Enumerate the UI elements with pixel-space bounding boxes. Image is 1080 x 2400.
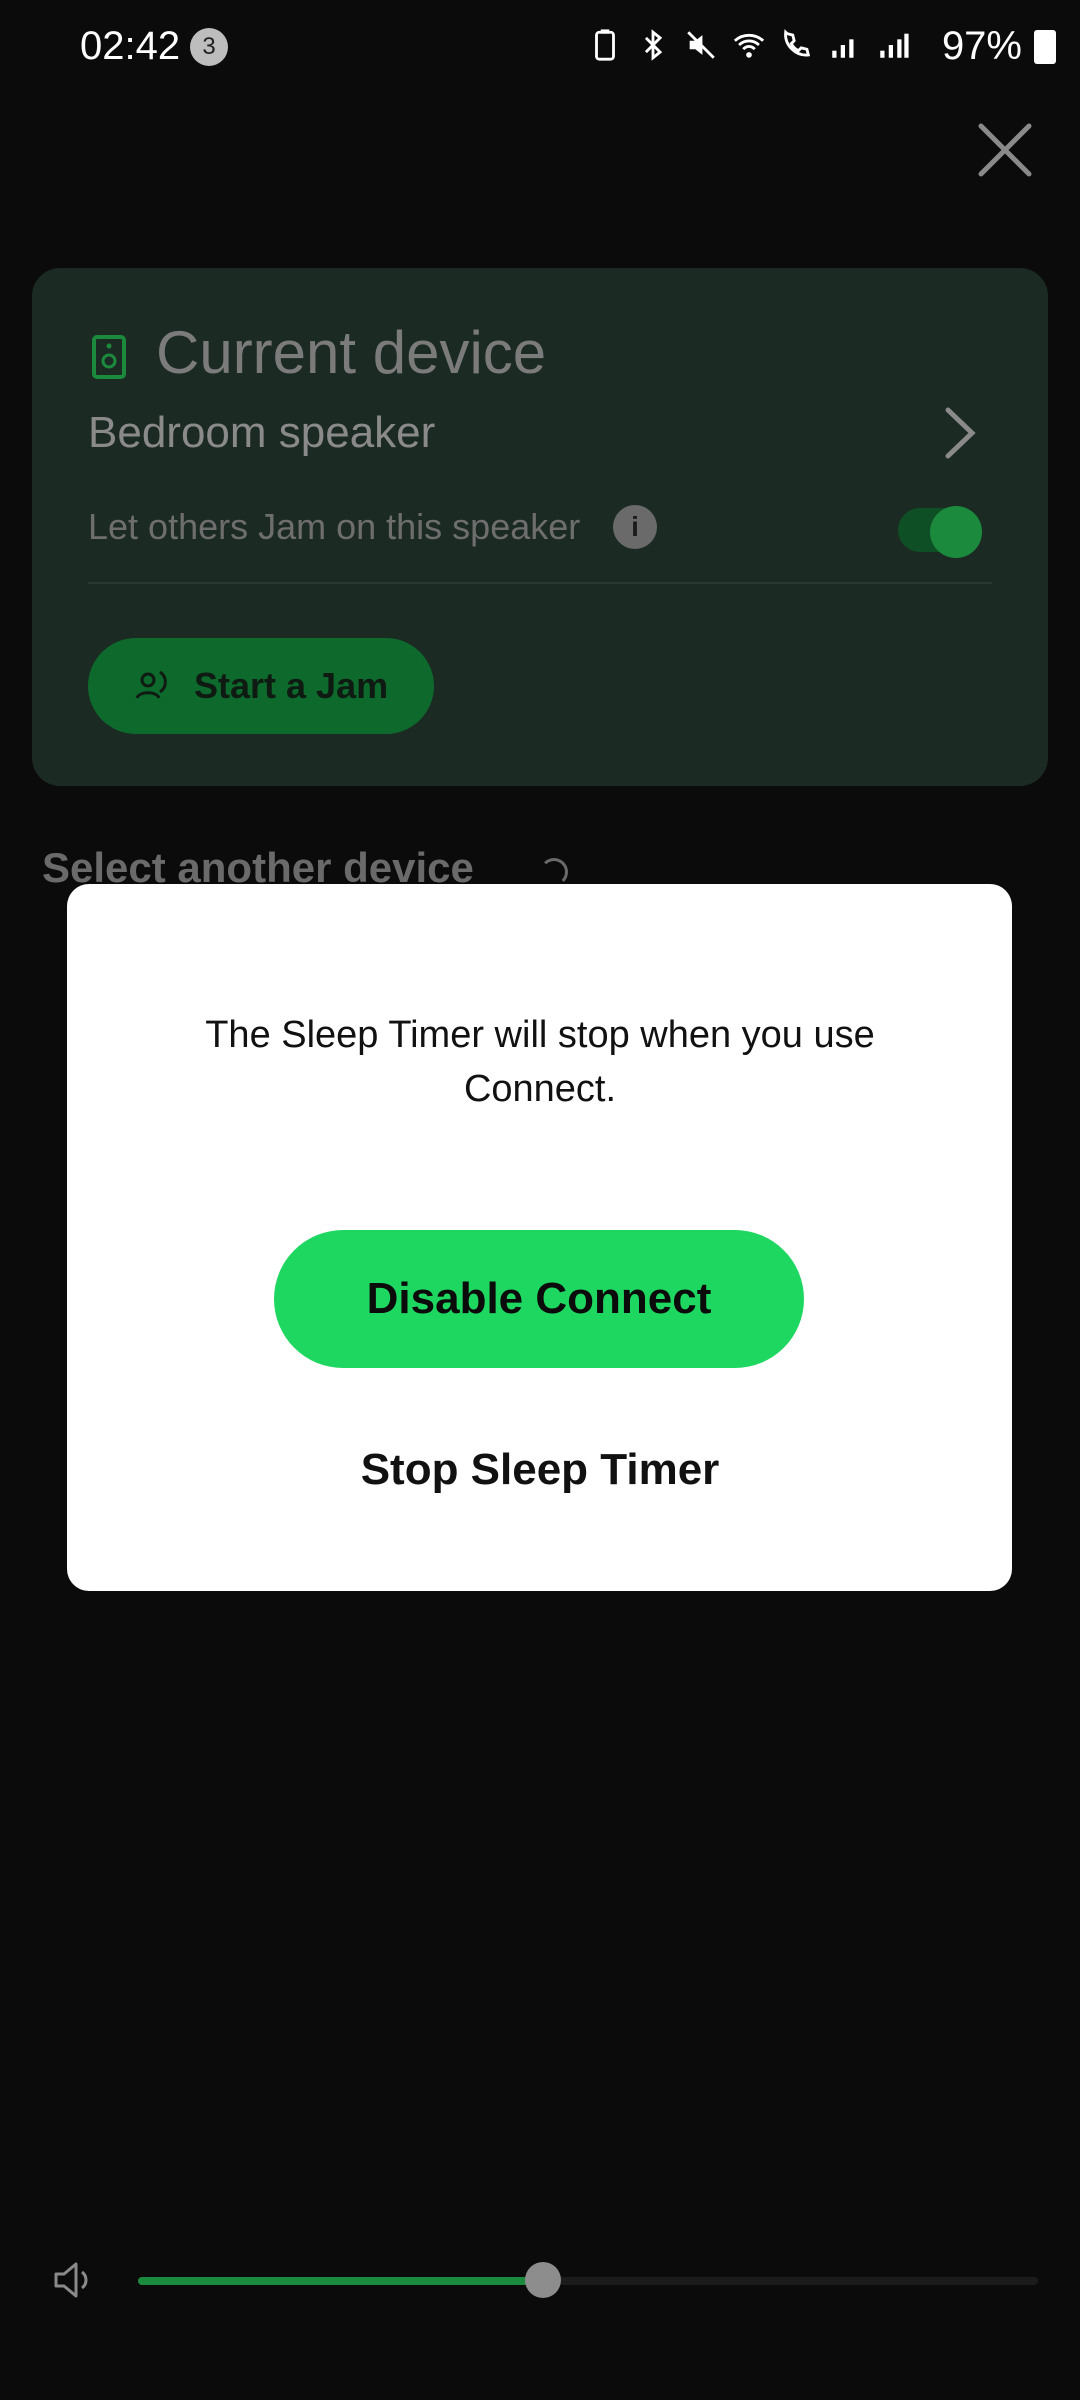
stop-sleep-timer-label: Stop Sleep Timer	[360, 1445, 720, 1494]
battery-icon	[1034, 30, 1056, 64]
start-jam-button[interactable]: Start a Jam	[88, 638, 434, 734]
mute-icon	[687, 31, 715, 59]
close-icon[interactable]	[975, 120, 1035, 180]
chevron-right-icon[interactable]	[940, 404, 980, 462]
signal-icon	[832, 39, 854, 58]
status-bar: 02:42 3 97%	[0, 0, 1080, 96]
signal-roaming-icon	[880, 33, 909, 58]
volume-icon[interactable]	[52, 2258, 96, 2302]
battery-saver-icon	[595, 29, 615, 61]
jam-toggle-label: Let others Jam on this speaker	[88, 506, 581, 547]
loading-spinner-icon	[540, 858, 568, 886]
status-icons	[588, 28, 910, 62]
status-time: 02:42	[80, 24, 181, 68]
jam-toggle-knob[interactable]	[930, 506, 982, 558]
bluetooth-icon	[644, 29, 663, 61]
notification-count-badge: 3	[190, 28, 228, 66]
wifi-call-icon	[784, 29, 811, 57]
disable-connect-button[interactable]: Disable Connect	[274, 1230, 804, 1368]
volume-slider-thumb[interactable]	[525, 2262, 561, 2298]
current-device-title: Current device	[156, 319, 547, 386]
volume-slider-track[interactable]	[138, 2277, 1038, 2285]
start-jam-label: Start a Jam	[194, 665, 389, 706]
volume-slider-fill	[138, 2277, 543, 2285]
jam-icon	[135, 670, 167, 699]
battery-percent: 97%	[941, 24, 1022, 68]
disable-connect-label: Disable Connect	[366, 1274, 712, 1323]
stop-sleep-timer-button[interactable]: Stop Sleep Timer	[300, 1430, 780, 1510]
current-device-name[interactable]: Bedroom speaker	[88, 408, 435, 458]
dialog-message: The Sleep Timer will stop when you use C…	[205, 1014, 875, 1110]
divider	[88, 582, 992, 584]
wifi-icon	[733, 33, 765, 58]
info-icon[interactable]: i	[613, 505, 657, 549]
speaker-icon	[92, 335, 126, 379]
